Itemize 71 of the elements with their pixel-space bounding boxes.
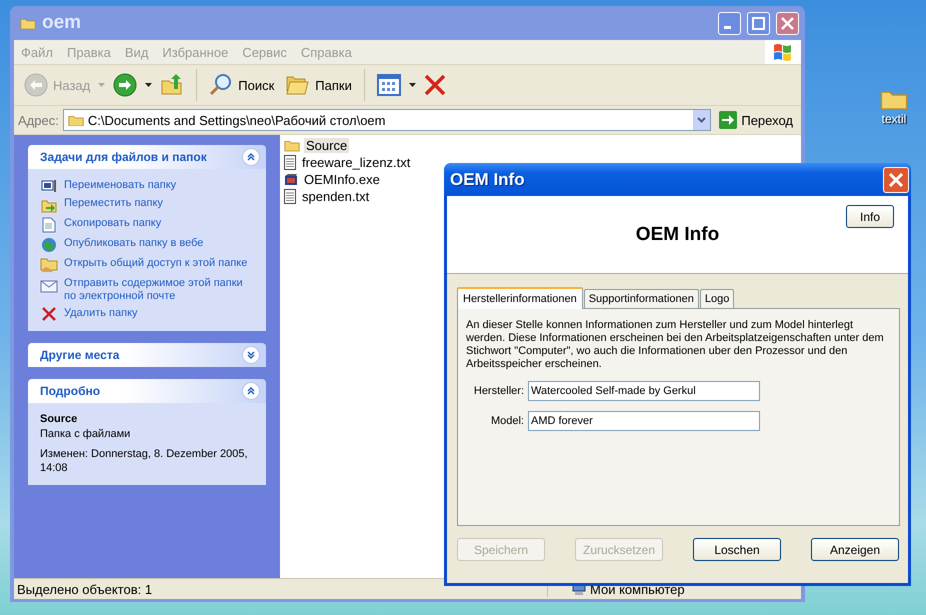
task-link[interactable]: Скопировать папку bbox=[64, 217, 162, 230]
windows-logo-icon bbox=[773, 43, 793, 61]
tab[interactable]: Herstellerinformationen bbox=[457, 287, 583, 309]
document-icon bbox=[42, 217, 56, 233]
field-label: Hersteller: bbox=[472, 385, 524, 397]
panel-header[interactable]: Другие места bbox=[28, 343, 266, 367]
views-icon bbox=[376, 74, 401, 96]
chevron-up-icon bbox=[247, 153, 255, 161]
file-item[interactable]: OEMInfo.exe bbox=[302, 172, 382, 187]
folder-icon bbox=[284, 139, 300, 152]
close-button[interactable] bbox=[883, 166, 909, 192]
expand-button[interactable] bbox=[242, 346, 260, 364]
text-file-icon bbox=[284, 189, 296, 204]
panel-header[interactable]: Задачи для файлов и папок bbox=[28, 145, 266, 169]
info-button[interactable]: Info bbox=[846, 205, 894, 228]
chevron-up-icon bbox=[247, 387, 255, 395]
detail-modified: Изменен: Donnerstag, 8. Dezember 2005, 14:08 bbox=[40, 447, 249, 475]
close-icon bbox=[781, 16, 794, 30]
window-title: oem bbox=[42, 12, 82, 34]
task-link[interactable]: Опубликовать папку в вебе bbox=[64, 237, 204, 250]
folder-icon bbox=[68, 114, 84, 126]
delete-icon bbox=[42, 307, 56, 321]
window-title: OEM Info bbox=[450, 170, 526, 190]
globe-icon bbox=[41, 237, 57, 253]
detail-name: Source bbox=[40, 413, 78, 425]
dialog-heading: OEM Info bbox=[636, 224, 720, 246]
task-link[interactable]: Переместить папку bbox=[64, 197, 163, 210]
task-link[interactable]: Переименовать папку bbox=[64, 179, 176, 192]
file-item[interactable]: freeware_lizenz.txt bbox=[300, 155, 412, 170]
input-field[interactable]: AMD forever bbox=[528, 411, 760, 431]
chevron-down-icon bbox=[247, 351, 255, 359]
detail-type: Папка с файлами bbox=[40, 427, 132, 441]
close-icon bbox=[889, 172, 903, 186]
maximize-icon bbox=[752, 16, 765, 30]
folders-icon bbox=[286, 74, 310, 96]
shared-folder-icon bbox=[40, 257, 58, 273]
folder-icon bbox=[20, 16, 36, 30]
address-label: Адрес: bbox=[18, 112, 59, 128]
maximize-button[interactable] bbox=[747, 12, 770, 34]
folders-button[interactable]: Папки bbox=[282, 71, 356, 99]
field-label: Model: bbox=[490, 415, 524, 427]
collapse-button[interactable] bbox=[242, 148, 260, 166]
status-location: Мои компьютер bbox=[590, 582, 685, 596]
file-item[interactable]: spenden.txt bbox=[300, 189, 372, 204]
search-icon bbox=[209, 73, 234, 97]
delete-icon bbox=[424, 74, 446, 96]
task-link[interactable]: Удалить папку bbox=[64, 307, 138, 320]
text-file-icon bbox=[284, 155, 296, 170]
description-text: An dieser Stelle konnen Informationen zum Hersteller und zum Model hinterlegt werden. Diese Informationen erscheinen bei den Arbeitsplatzeigenschaften unter dem Stichwort "Computer", wo auch die Informationen uber den Prozessor und den Arbeitsspeicher erscheinen. bbox=[466, 319, 885, 371]
program-icon bbox=[284, 172, 298, 186]
dialog-button[interactable]: Loschen bbox=[693, 538, 781, 561]
task-link[interactable]: Отправить содержимое этой папки по электронной почте bbox=[64, 277, 256, 303]
address-field[interactable]: C:\Documents and Settings\neo\Рабочий стол\oem bbox=[62, 109, 712, 131]
folder-up-icon bbox=[160, 73, 184, 97]
minimize-icon bbox=[724, 26, 731, 29]
dialog-button[interactable]: Anzeigen bbox=[811, 538, 899, 561]
tab[interactable]: Supportinformationen bbox=[584, 289, 699, 308]
rename-icon bbox=[41, 179, 57, 193]
go-button[interactable]: Переход bbox=[715, 111, 797, 129]
dropdown-icon[interactable] bbox=[697, 117, 706, 123]
file-item[interactable]: Source bbox=[304, 138, 350, 153]
panel-header[interactable]: Подробно bbox=[28, 379, 266, 403]
caret-icon[interactable] bbox=[408, 83, 416, 87]
task-link[interactable]: Открыть общий доступ к этой папке bbox=[64, 257, 248, 270]
search-button[interactable]: Поиск bbox=[205, 70, 278, 100]
tab[interactable]: Logo bbox=[700, 289, 734, 308]
minimize-button[interactable] bbox=[718, 12, 741, 34]
input-field[interactable]: Watercooled Self-made by Gerkul bbox=[528, 381, 760, 401]
collapse-button[interactable] bbox=[242, 382, 260, 400]
close-button[interactable] bbox=[776, 12, 799, 34]
caret-icon[interactable] bbox=[145, 83, 152, 87]
